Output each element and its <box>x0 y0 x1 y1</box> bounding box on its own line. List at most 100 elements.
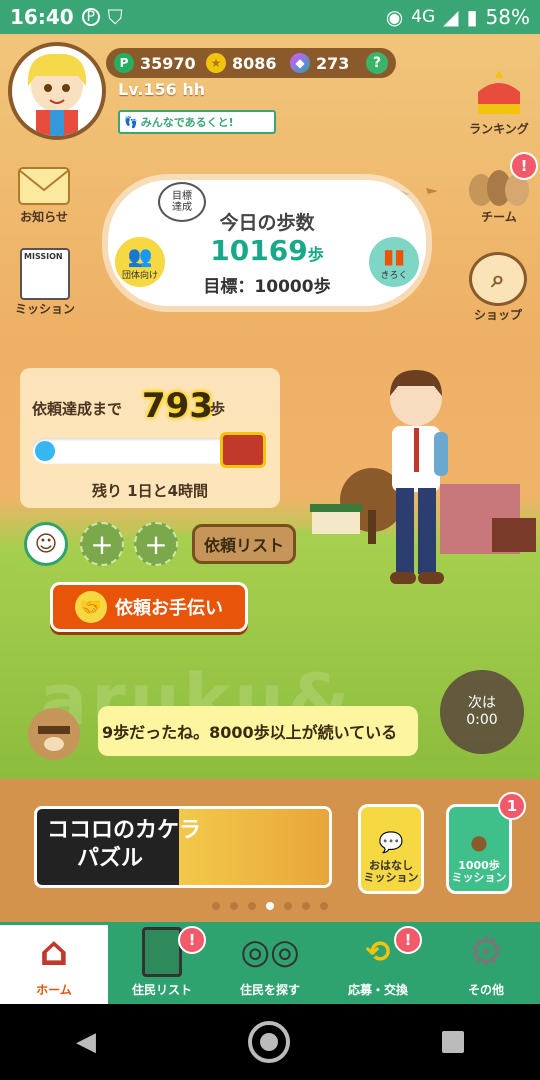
request-list-button[interactable]: 依頼リスト <box>192 524 296 564</box>
coin-icon: ★ <box>206 53 226 73</box>
walk-together-banner[interactable]: 👣 みんなであるくと! <box>118 110 276 134</box>
request-panel[interactable]: 依頼達成まで 793 歩 残り 1日と4時間 <box>20 368 280 508</box>
mission-button[interactable]: MISSION ミッション <box>10 248 80 317</box>
party-member-slot[interactable]: ☺ <box>24 522 68 566</box>
gems-value: 273 <box>316 53 350 73</box>
tab-search-label: 住民を探す <box>239 983 300 997</box>
request-progress-bar <box>32 438 232 464</box>
notice-label: お知らせ <box>20 210 68 224</box>
treasure-chest-icon <box>220 432 266 468</box>
add-party-slot-2[interactable]: + <box>134 522 178 566</box>
exchange-badge: ! <box>394 926 422 954</box>
battery-icon: ▮ <box>466 5 478 29</box>
system-nav-bar: ◀ <box>0 1004 540 1080</box>
mascot-mini-icon: ● <box>470 829 488 854</box>
omikuji-timer[interactable]: 次は 0:00 <box>440 670 524 754</box>
group-button[interactable]: 👥 団体向け <box>112 234 168 290</box>
pager-dot[interactable] <box>284 902 292 910</box>
tab-home-label: ホーム <box>36 983 72 997</box>
notice-button[interactable]: お知らせ <box>14 164 74 225</box>
pager-dot[interactable] <box>248 902 256 910</box>
tab-exchange-label: 応募・交換 <box>347 983 408 997</box>
currency-bar: P 35970 ★ 8086 ◆ 273 ? <box>106 48 396 78</box>
footprint-icon: 👣 <box>124 115 138 129</box>
tab-search-residents[interactable]: ◎◎ 住民を探す <box>216 922 324 1004</box>
avatar-character-icon <box>27 53 87 136</box>
mission-card-text: MISSION <box>24 252 63 261</box>
shop-magnifier-icon: ⌕ <box>469 252 527 306</box>
group-people-icon: 👥 <box>127 243 153 268</box>
house-icon: ⌂ <box>39 929 69 975</box>
resident-list-badge: ! <box>178 926 206 954</box>
record-label: きろく <box>380 270 408 281</box>
bottom-tab-bar: ⌂ ホーム 住民リスト ! ◎◎ 住民を探す ⟲ 応募・交換 ! ⚙ その他 <box>0 922 540 1004</box>
signal-icon: ◢ <box>443 5 459 29</box>
pager-dot[interactable] <box>302 902 310 910</box>
steps-mission-label: 1000歩 ミッション <box>451 858 507 885</box>
player-avatar[interactable] <box>8 42 106 140</box>
pager-dot[interactable] <box>212 902 220 910</box>
banner-pager <box>0 902 540 910</box>
request-help-label: 依頼お手伝い <box>115 598 223 619</box>
mission-label: ミッション <box>14 302 75 316</box>
points-value: 35970 <box>140 53 196 73</box>
gear-icon: ⚙ <box>468 929 504 975</box>
story-mission-button[interactable]: 💬 おはなし ミッション <box>358 804 424 894</box>
shop-button[interactable]: ⌕ ショップ <box>462 252 534 323</box>
gem-icon: ◆ <box>290 53 310 73</box>
ranking-button[interactable]: ランキング <box>464 66 534 137</box>
speech-bubble-icon: 💬 <box>378 829 404 854</box>
walker-character[interactable] <box>376 368 460 600</box>
steps-unit: 歩 <box>307 245 324 264</box>
request-remaining-steps: 793 <box>142 386 213 426</box>
ranking-label: ランキング <box>469 122 529 136</box>
mascot-speech-bubble: 9歩だったね。8000歩以上が続いている <box>98 706 418 756</box>
steps-mission-badge: 1 <box>498 792 526 820</box>
home-circle-icon[interactable] <box>248 1021 290 1063</box>
request-progress-fill <box>35 441 55 461</box>
request-label: 依頼達成まで <box>32 400 123 418</box>
puzzle-banner[interactable]: ココロのカケラ パズル <box>34 806 332 888</box>
request-help-button[interactable]: 🤝 依頼お手伝い <box>50 582 248 632</box>
tab-other[interactable]: ⚙ その他 <box>432 922 540 1004</box>
mail-icon <box>18 167 70 205</box>
help-button[interactable]: ? <box>366 52 388 74</box>
binoculars-icon: ◎◎ <box>240 932 300 972</box>
crown-icon <box>478 70 520 114</box>
bar-chart-icon: ▮▮ <box>382 243 405 268</box>
group-label: 団体向け <box>121 270 158 281</box>
walk-banner-text: みんなであるくと! <box>140 116 234 129</box>
back-icon[interactable]: ◀ <box>76 1027 96 1057</box>
party-member-icon: ☺ <box>34 531 58 557</box>
today-steps-title: 今日の歩数 <box>219 212 315 234</box>
network-type: 4G <box>411 7 436 27</box>
story-mission-label: おはなし ミッション <box>363 858 419 885</box>
status-time: 16:40 <box>10 5 74 29</box>
shield-icon: ⛉ <box>107 5 123 29</box>
player-level: Lv.156 hh <box>118 80 206 99</box>
steps-number: 10169 <box>210 234 308 267</box>
tab-resident-list-label: 住民リスト <box>131 983 192 997</box>
request-unit: 歩 <box>210 400 226 418</box>
tab-other-label: その他 <box>467 983 504 997</box>
tab-home[interactable]: ⌂ ホーム <box>0 922 108 1004</box>
pager-dot[interactable] <box>266 902 274 910</box>
handshake-icon: 🤝 <box>75 591 107 623</box>
status-bar: 16:40 P ⛉ ◉ 4G ◢ ▮ 58% <box>0 0 540 34</box>
steps-mission-button[interactable]: ● 1000歩 ミッション <box>446 804 512 894</box>
battery-level: 58% <box>485 5 530 29</box>
mascot-icon[interactable] <box>24 704 84 760</box>
shop-label: ショップ <box>473 308 522 322</box>
parking-icon: P <box>81 8 100 26</box>
location-icon: ◉ <box>385 5 404 29</box>
speech-text: 9歩だったね。8000歩以上が続いている <box>102 723 398 742</box>
omikuji-time: 0:00 <box>466 712 498 728</box>
recents-icon[interactable] <box>442 1031 464 1053</box>
pager-dot[interactable] <box>320 902 328 910</box>
add-party-slot-1[interactable]: + <box>80 522 124 566</box>
point-icon: P <box>114 53 134 73</box>
record-button[interactable]: ▮▮ きろく <box>366 234 422 290</box>
tab-resident-list[interactable]: 住民リスト ! <box>108 922 216 1004</box>
pager-dot[interactable] <box>230 902 238 910</box>
tab-apply-exchange[interactable]: ⟲ 応募・交換 ! <box>324 922 432 1004</box>
